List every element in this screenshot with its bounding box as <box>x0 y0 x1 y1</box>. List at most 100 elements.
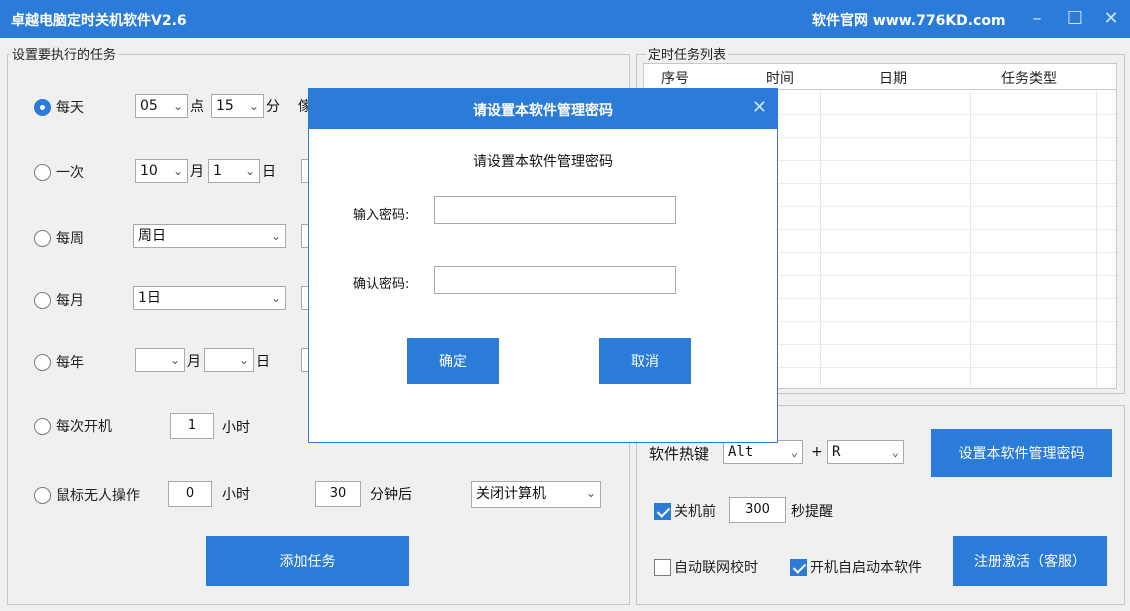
remind-option[interactable]: 关机前 <box>654 498 716 524</box>
website-label[interactable]: 软件官网 www.776KD.com <box>812 10 1006 30</box>
set-password-dialog: 请设置本软件管理密码 ✕ 请设置本软件管理密码 输入密码: 确认密码: 确定 取… <box>308 88 778 443</box>
table-column-divider <box>1096 91 1097 387</box>
yearly-day-unit: 日 <box>256 354 270 370</box>
hotkey-key-select[interactable]: R ⌄ <box>827 440 904 464</box>
ok-button[interactable]: 确定 <box>407 338 499 384</box>
chevron-down-icon: ⌄ <box>169 353 180 367</box>
daily-minute-value: 15 <box>216 98 234 114</box>
daily-radio[interactable] <box>34 98 51 116</box>
remind-seconds-input[interactable]: 300 <box>729 497 786 523</box>
chevron-down-icon: ⌄ <box>891 445 899 459</box>
yearly-month-unit: 月 <box>187 354 201 370</box>
chevron-down-icon: ⌄ <box>585 486 596 500</box>
weekly-option[interactable]: 每周 <box>34 225 84 251</box>
idle-minutes-input[interactable]: 30 <box>315 481 361 507</box>
auto-start-option[interactable]: 开机自启动本软件 <box>790 554 922 580</box>
daily-option[interactable]: 每天 <box>34 94 84 120</box>
remind-unit: 秒提醒 <box>791 504 833 520</box>
daily-hour-value: 05 <box>140 98 158 114</box>
once-option[interactable]: 一次 <box>34 159 84 185</box>
yearly-day-select[interactable]: ⌄ <box>204 348 254 372</box>
auto-start-checkbox[interactable] <box>790 558 807 576</box>
monthly-radio[interactable] <box>34 291 51 309</box>
hotkey-label: 软件热键 <box>649 445 710 463</box>
once-radio[interactable] <box>34 163 51 181</box>
title-bar: 卓越电脑定时关机软件V2.6 软件官网 www.776KD.com – ☐ ✕ <box>0 0 1130 38</box>
close-icon[interactable]: ✕ <box>1098 6 1124 32</box>
weekly-day-value: 周日 <box>138 228 166 244</box>
monthly-time-select[interactable] <box>301 286 308 310</box>
once-month-unit: 月 <box>190 164 204 180</box>
chevron-down-icon: ⌄ <box>270 291 281 305</box>
each-boot-unit: 小时 <box>222 420 250 436</box>
cancel-button[interactable]: 取消 <box>599 338 691 384</box>
dialog-title-bar: 请设置本软件管理密码 ✕ <box>309 89 777 129</box>
remind-checkbox[interactable] <box>654 502 671 520</box>
chevron-down-icon: ⌄ <box>172 99 183 113</box>
task-settings-label: 设置要执行的任务 <box>10 44 119 63</box>
remind-label: 关机前 <box>674 504 716 520</box>
weekly-time-select[interactable] <box>301 224 308 248</box>
daily-hour-unit: 点 <box>190 99 204 115</box>
hotkey-modifier-value: Alt <box>728 444 754 460</box>
confirm-password-input[interactable] <box>434 266 676 294</box>
schedule-label: 定时任务列表 <box>646 44 729 63</box>
app-title: 卓越电脑定时关机软件V2.6 <box>11 13 187 29</box>
chevron-down-icon: ⌄ <box>172 164 183 178</box>
weekly-label: 每周 <box>56 231 84 247</box>
password-input[interactable] <box>434 196 676 224</box>
table-column-divider <box>970 91 971 387</box>
monthly-label: 每月 <box>56 293 84 309</box>
idle-hours-input[interactable]: 0 <box>168 481 212 507</box>
confirm-password-label: 确认密码: <box>353 277 410 292</box>
idle-radio[interactable] <box>34 486 51 504</box>
monthly-option[interactable]: 每月 <box>34 287 84 313</box>
yearly-month-select[interactable]: ⌄ <box>135 348 185 372</box>
add-task-button[interactable]: 添加任务 <box>206 536 409 586</box>
yearly-time-select[interactable] <box>301 348 308 372</box>
weekly-day-select[interactable]: 周日 ⌄ <box>133 224 286 248</box>
auto-time-sync-option[interactable]: 自动联网校时 <box>654 554 758 580</box>
minimize-icon[interactable]: – <box>1024 6 1050 32</box>
once-day-value: 1 <box>213 163 222 179</box>
idle-action-value: 关闭计算机 <box>476 486 546 502</box>
auto-time-sync-label: 自动联网校时 <box>674 560 758 576</box>
each-boot-radio[interactable] <box>34 417 51 435</box>
yearly-radio[interactable] <box>34 353 51 371</box>
daily-hour-select[interactable]: 05 ⌄ <box>135 94 188 118</box>
hotkey-plus: + <box>811 444 823 460</box>
maximize-icon[interactable]: ☐ <box>1062 6 1088 32</box>
auto-time-sync-checkbox[interactable] <box>654 558 671 576</box>
dialog-heading: 请设置本软件管理密码 <box>473 154 613 170</box>
each-boot-hours-input[interactable]: 1 <box>170 413 214 439</box>
once-time-select[interactable] <box>301 159 308 183</box>
table-column-divider <box>820 91 821 387</box>
password-label: 输入密码: <box>353 208 410 223</box>
dialog-title: 请设置本软件管理密码 <box>473 103 613 119</box>
idle-option[interactable]: 鼠标无人操作 <box>34 482 140 508</box>
weekly-radio[interactable] <box>34 229 51 247</box>
once-day-unit: 日 <box>262 164 276 180</box>
yearly-option[interactable]: 每年 <box>34 349 84 375</box>
daily-minute-select[interactable]: 15 ⌄ <box>211 94 264 118</box>
monthly-day-select[interactable]: 1日 ⌄ <box>133 286 286 310</box>
idle-action-select[interactable]: 关闭计算机 ⌄ <box>471 481 601 508</box>
chevron-down-icon: ⌄ <box>238 353 249 367</box>
hotkey-modifier-select[interactable]: Alt ⌄ <box>723 440 803 464</box>
once-day-select[interactable]: 1 ⌄ <box>208 159 260 183</box>
register-button[interactable]: 注册激活（客服） <box>953 536 1107 586</box>
each-boot-label: 每次开机 <box>56 419 112 435</box>
once-label: 一次 <box>56 165 84 181</box>
column-header-time: 时间 <box>766 71 794 87</box>
set-password-button[interactable]: 设置本软件管理密码 <box>931 429 1112 477</box>
idle-minutes-unit: 分钟后 <box>370 487 412 503</box>
chevron-down-icon: ⌄ <box>270 229 281 243</box>
column-header-index: 序号 <box>661 71 689 87</box>
yearly-label: 每年 <box>56 355 84 371</box>
once-month-select[interactable]: 10 ⌄ <box>135 159 188 183</box>
monthly-day-value: 1日 <box>138 290 161 306</box>
each-boot-option[interactable]: 每次开机 <box>34 413 112 439</box>
idle-hours-unit: 小时 <box>222 487 250 503</box>
close-icon[interactable]: ✕ <box>752 97 767 118</box>
column-header-date: 日期 <box>879 71 907 87</box>
